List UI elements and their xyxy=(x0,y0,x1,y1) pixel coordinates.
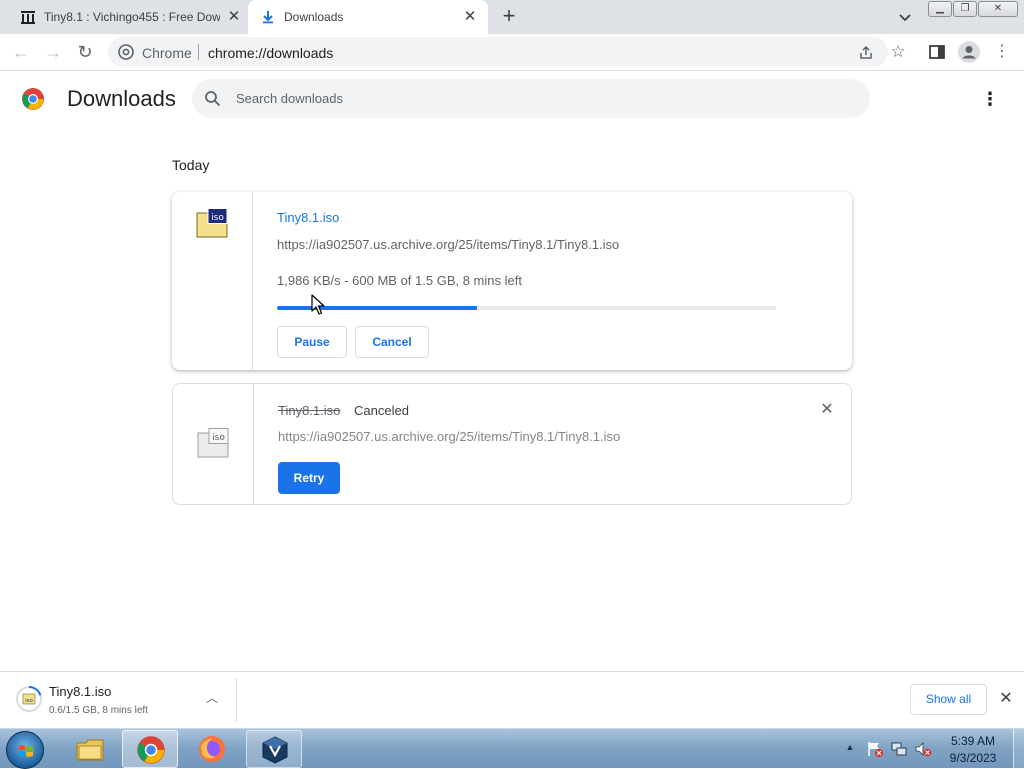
firefox-icon xyxy=(199,736,225,762)
shelf-status: 0.6/1.5 GB, 8 mins left xyxy=(49,705,148,716)
file-explorer-icon xyxy=(76,739,104,761)
iso-file-icon: iso xyxy=(16,686,42,712)
clock-time[interactable]: 5:39 AM xyxy=(945,734,1001,748)
action-center-flag-icon[interactable] xyxy=(866,740,884,758)
show-all-button[interactable]: Show all xyxy=(910,684,987,715)
back-arrow-icon[interactable]: ← xyxy=(11,42,31,62)
network-icon[interactable] xyxy=(890,740,908,758)
clock-date[interactable]: 9/3/2023 xyxy=(945,751,1001,765)
url-text[interactable]: chrome://downloads xyxy=(208,45,333,61)
close-tab-icon[interactable]: ✕ xyxy=(462,9,478,25)
windows-logo-icon xyxy=(19,745,33,757)
iso-file-icon: iso xyxy=(196,208,228,238)
svg-text:iso: iso xyxy=(212,433,225,443)
browser-menu-kebab-icon[interactable]: ⋮ xyxy=(992,42,1012,62)
virtualbox-icon xyxy=(262,736,288,764)
download-item-in-progress: iso Tiny8.1.iso https://ia902507.us.arch… xyxy=(172,192,852,370)
tab-downloads[interactable]: Downloads ✕ xyxy=(248,0,488,34)
downloads-menu-kebab-icon[interactable]: ⋮ xyxy=(980,89,1000,109)
search-icon[interactable] xyxy=(204,90,221,107)
show-desktop-button[interactable] xyxy=(1013,729,1024,769)
pause-button[interactable]: Pause xyxy=(277,326,347,358)
file-name-struck: Tiny8.1.iso xyxy=(278,403,341,418)
minimize-button[interactable]: ▁ xyxy=(928,1,952,17)
omnibox-divider xyxy=(198,44,199,60)
share-icon[interactable] xyxy=(858,45,874,61)
date-heading: Today xyxy=(172,157,210,173)
chrome-site-icon[interactable] xyxy=(118,44,134,60)
tab-archive-org[interactable]: Tiny8.1 : Vichingo455 : Free Download ✕ xyxy=(8,0,248,34)
tab-search-chevron-icon[interactable] xyxy=(896,8,914,26)
canceled-status: Canceled xyxy=(354,403,409,418)
restore-button[interactable]: ❐ xyxy=(953,1,977,17)
forward-arrow-icon[interactable]: → xyxy=(43,42,63,62)
search-input[interactable] xyxy=(236,88,836,108)
windows-taskbar: ▲ 5:39 AM 9/3/2023 xyxy=(0,728,1024,769)
iso-file-icon: iso xyxy=(197,428,229,458)
source-url[interactable]: https://ia902507.us.archive.org/25/items… xyxy=(278,429,620,444)
address-bar[interactable]: Chrome chrome://downloads xyxy=(108,37,888,67)
file-name-link[interactable]: Tiny8.1.iso xyxy=(277,210,339,225)
side-panel-icon[interactable] xyxy=(928,43,946,61)
start-button[interactable] xyxy=(6,731,44,769)
download-item-canceled: iso Tiny8.1.iso Canceled https://ia90250… xyxy=(172,383,852,505)
volume-muted-icon[interactable] xyxy=(914,740,932,758)
page-title: Downloads xyxy=(67,86,176,111)
browser-toolbar: ← → ↻ Chrome chrome://downloads ☆ ⋮ xyxy=(0,34,1024,71)
svg-text:iso: iso xyxy=(211,213,224,223)
mouse-cursor-icon xyxy=(311,294,325,315)
retry-button[interactable]: Retry xyxy=(278,462,340,494)
profile-avatar[interactable] xyxy=(958,41,980,63)
close-tab-icon[interactable]: ✕ xyxy=(226,9,242,25)
site-label: Chrome xyxy=(142,45,192,61)
download-icon xyxy=(263,11,273,24)
cancel-button[interactable]: Cancel xyxy=(355,326,429,358)
progress-bar-fill xyxy=(277,306,477,310)
close-shelf-icon[interactable]: ✕ xyxy=(997,690,1015,708)
progress-bar xyxy=(277,306,776,310)
new-tab-button[interactable]: + xyxy=(498,5,520,27)
bookmark-star-icon[interactable]: ☆ xyxy=(888,42,908,62)
archive-org-icon xyxy=(21,11,35,24)
card-divider xyxy=(253,384,254,504)
chrome-icon xyxy=(137,736,165,764)
taskbar-chrome[interactable] xyxy=(122,730,178,768)
svg-text:iso: iso xyxy=(25,698,33,704)
tab-title: Downloads xyxy=(284,10,344,24)
tab-title: Tiny8.1 : Vichingo455 : Free Download xyxy=(44,10,220,24)
taskbar-firefox[interactable] xyxy=(184,730,240,768)
source-url[interactable]: https://ia902507.us.archive.org/25/items… xyxy=(277,237,619,252)
search-bar[interactable] xyxy=(192,79,870,118)
download-shelf: iso Tiny8.1.iso 0.6/1.5 GB, 8 mins left … xyxy=(0,671,1024,728)
taskbar-virtualbox[interactable] xyxy=(246,730,302,768)
person-icon xyxy=(962,46,976,59)
tab-strip: Tiny8.1 : Vichingo455 : Free Download ✕ … xyxy=(0,0,1024,34)
chrome-logo-icon xyxy=(22,88,44,110)
remove-from-list-icon[interactable]: ✕ xyxy=(818,401,836,419)
chevron-up-icon[interactable]: ︿ xyxy=(204,690,220,706)
close-window-button[interactable]: ✕ xyxy=(978,1,1018,17)
download-status: 1,986 KB/s - 600 MB of 1.5 GB, 8 mins le… xyxy=(277,273,522,288)
taskbar-explorer[interactable] xyxy=(62,730,118,768)
card-divider xyxy=(252,192,253,370)
shelf-divider xyxy=(236,678,237,722)
show-hidden-icons-chevron-icon[interactable]: ▲ xyxy=(844,741,856,753)
shelf-file-name[interactable]: Tiny8.1.iso xyxy=(49,684,111,699)
reload-icon[interactable]: ↻ xyxy=(75,42,95,62)
